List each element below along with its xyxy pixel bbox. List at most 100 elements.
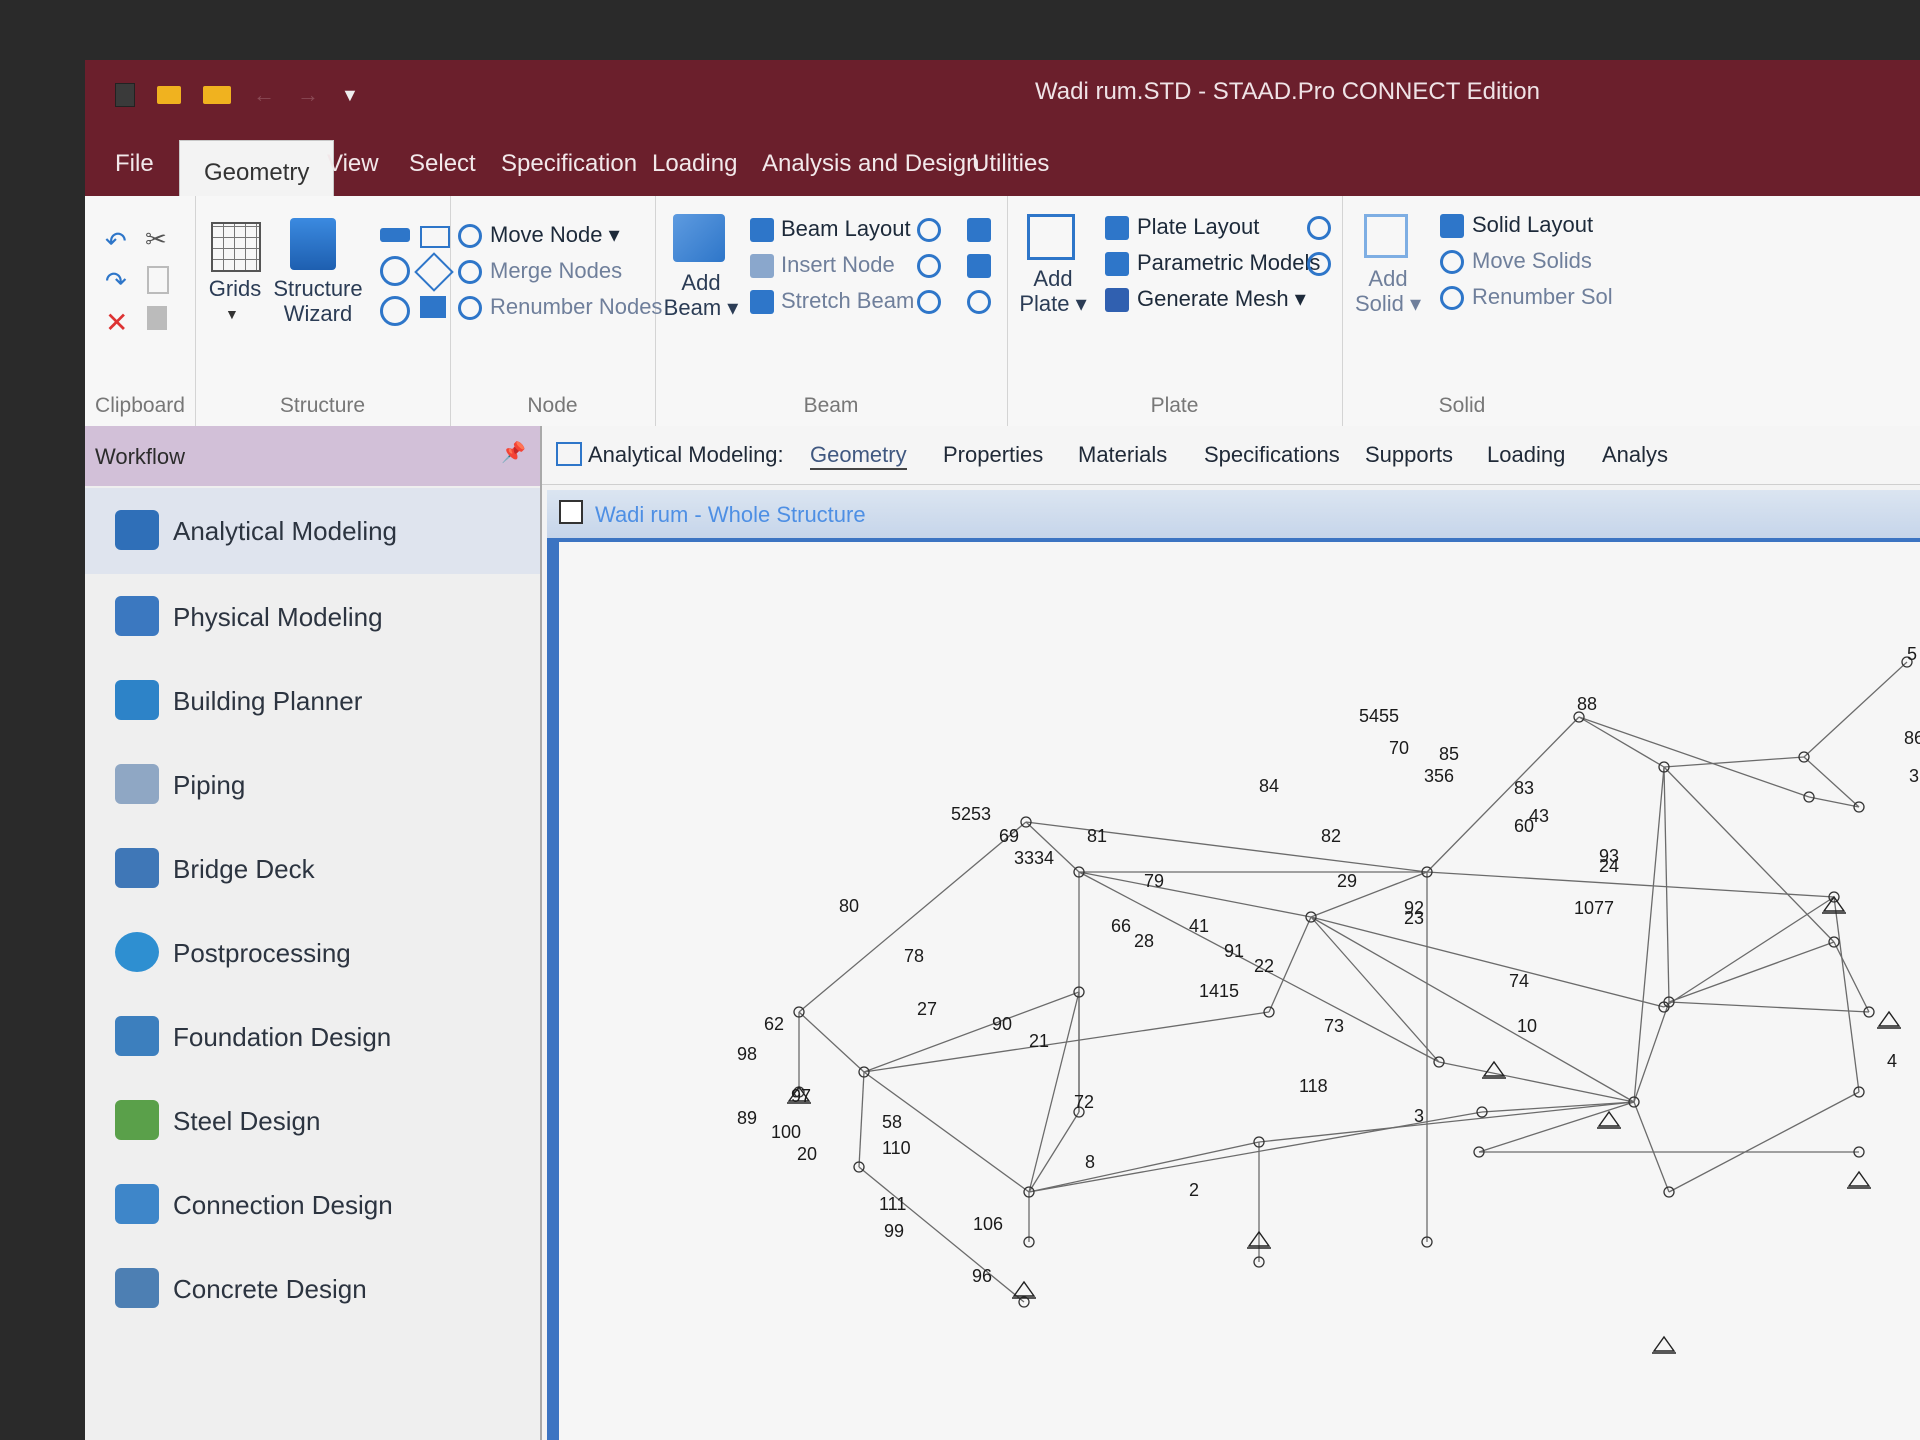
workflow-item-physical-modeling[interactable]: Physical Modeling bbox=[85, 574, 540, 660]
split-beam-icon[interactable] bbox=[917, 254, 941, 278]
structure-wizard-button[interactable]: Structure Wizard bbox=[273, 276, 363, 326]
member-line[interactable] bbox=[1310, 916, 1635, 1103]
workflow-item-bridge-deck[interactable]: Bridge Deck bbox=[85, 826, 540, 912]
insert-icon[interactable] bbox=[420, 296, 446, 318]
member-line[interactable] bbox=[1803, 756, 1860, 808]
plate-tool-2-icon[interactable] bbox=[1307, 252, 1331, 276]
grids-icon[interactable] bbox=[211, 222, 261, 272]
add-plate-button[interactable]: Add Plate ▾ bbox=[1013, 266, 1093, 316]
tab-analysis[interactable]: Analys bbox=[1602, 442, 1668, 468]
parametric-models-button[interactable]: Parametric Models bbox=[1137, 250, 1320, 276]
beam-grid-icon[interactable] bbox=[380, 228, 410, 242]
member-line[interactable] bbox=[1833, 941, 1870, 1013]
workflow-item-foundation-design[interactable]: Foundation Design bbox=[85, 994, 540, 1080]
member-line[interactable] bbox=[858, 1071, 865, 1168]
beam-tool-1-icon[interactable] bbox=[967, 218, 991, 242]
tab-view[interactable]: View bbox=[327, 150, 379, 178]
tab-file[interactable]: File bbox=[115, 150, 154, 178]
paste-icon[interactable] bbox=[147, 306, 167, 330]
save-icon[interactable] bbox=[115, 83, 135, 107]
customize-dropdown-icon[interactable]: ▼ bbox=[341, 85, 359, 106]
beam-tool-3-icon[interactable] bbox=[967, 290, 991, 314]
mirror-icon[interactable] bbox=[414, 252, 454, 292]
add-beam-button[interactable]: Add Beam ▾ bbox=[661, 270, 741, 320]
tab-select[interactable]: Select bbox=[409, 150, 476, 178]
renumber-nodes-button[interactable]: Renumber Nodes bbox=[490, 294, 662, 320]
member-line[interactable] bbox=[1663, 896, 1835, 1008]
undo-icon[interactable]: ↶ bbox=[105, 226, 127, 257]
rotate-icon[interactable] bbox=[380, 296, 410, 326]
workflow-item-steel-design[interactable]: Steel Design bbox=[85, 1078, 540, 1164]
undo-icon[interactable]: ← bbox=[253, 82, 275, 108]
member-line[interactable] bbox=[1633, 1101, 1670, 1193]
member-line[interactable] bbox=[798, 821, 1027, 1013]
connect-beams-icon[interactable] bbox=[917, 218, 941, 242]
beam-tool-2-icon[interactable] bbox=[967, 254, 991, 278]
add-plate-icon[interactable] bbox=[1027, 214, 1075, 260]
member-line[interactable] bbox=[1633, 766, 1665, 1103]
tab-loading[interactable]: Loading bbox=[1487, 442, 1565, 468]
move-node-button[interactable]: Move Node ▾ bbox=[490, 222, 620, 248]
redo-icon[interactable]: ↷ bbox=[105, 266, 127, 297]
member-line[interactable] bbox=[1438, 1061, 1635, 1103]
tab-materials[interactable]: Materials bbox=[1078, 442, 1167, 468]
member-line[interactable] bbox=[1028, 991, 1080, 1193]
insert-node-button[interactable]: Insert Node bbox=[781, 252, 895, 278]
workflow-item-analytical-modeling[interactable]: Analytical Modeling bbox=[85, 488, 540, 574]
workflow-item-connection-design[interactable]: Connection Design bbox=[85, 1162, 540, 1248]
tab-specifications[interactable]: Specifications bbox=[1204, 442, 1340, 468]
generate-mesh-button[interactable]: Generate Mesh ▾ bbox=[1137, 286, 1306, 312]
tab-properties[interactable]: Properties bbox=[943, 442, 1043, 468]
redo-icon[interactable]: → bbox=[297, 82, 319, 108]
move-solids-button[interactable]: Move Solids bbox=[1472, 248, 1592, 274]
copy-icon[interactable] bbox=[147, 266, 169, 294]
member-line[interactable] bbox=[1028, 1111, 1080, 1193]
member-line[interactable] bbox=[1310, 916, 1440, 1063]
tab-loading[interactable]: Loading bbox=[652, 150, 737, 178]
member-line[interactable] bbox=[1833, 896, 1860, 1093]
member-line[interactable] bbox=[1803, 661, 1908, 758]
member-line[interactable] bbox=[1663, 766, 1835, 943]
tab-geometry[interactable]: Geometry bbox=[810, 442, 907, 470]
tab-supports[interactable]: Supports bbox=[1365, 442, 1453, 468]
member-line[interactable] bbox=[1668, 1091, 1860, 1193]
member-line[interactable] bbox=[1028, 1141, 1260, 1193]
member-line[interactable] bbox=[1426, 716, 1580, 873]
grids-button[interactable]: Grids bbox=[205, 276, 265, 301]
tab-analysis-and-design[interactable]: Analysis and Design bbox=[762, 150, 979, 178]
translational-repeat-icon[interactable] bbox=[420, 226, 450, 248]
open-folder-icon[interactable] bbox=[157, 86, 181, 104]
member-line[interactable] bbox=[798, 1011, 865, 1073]
model-canvas[interactable]: 5 5455 88 70 85 86 3 356 84 83 43 82 60 5253 69 81 3334 7… bbox=[559, 542, 1920, 1440]
workflow-item-piping[interactable]: Piping bbox=[85, 742, 540, 828]
plate-tool-1-icon[interactable] bbox=[1307, 216, 1331, 240]
member-line[interactable] bbox=[1258, 1101, 1635, 1143]
member-line[interactable] bbox=[1268, 916, 1312, 1013]
member-line[interactable] bbox=[1663, 756, 1805, 768]
structure-wizard-icon[interactable] bbox=[290, 218, 336, 270]
member-line[interactable] bbox=[1478, 1101, 1635, 1153]
merge-nodes-button[interactable]: Merge Nodes bbox=[490, 258, 622, 284]
stretch-beam-button[interactable]: Stretch Beam bbox=[781, 288, 914, 314]
structure-model[interactable]: 554558870 8586335684 834382 60525369 8133347… bbox=[559, 542, 1920, 1440]
member-line[interactable] bbox=[1310, 916, 1665, 1008]
member-line[interactable] bbox=[1578, 716, 1810, 798]
tab-utilities[interactable]: Utilities bbox=[972, 150, 1049, 178]
member-line[interactable] bbox=[1808, 796, 1860, 808]
pin-icon[interactable]: 📌 bbox=[501, 440, 526, 465]
member-line[interactable] bbox=[1426, 871, 1835, 898]
member-line[interactable] bbox=[863, 1071, 1030, 1193]
workflow-item-concrete-design[interactable]: Concrete Design bbox=[85, 1246, 540, 1332]
cut-icon[interactable]: ✂ bbox=[145, 224, 167, 255]
tab-geometry[interactable]: Geometry bbox=[179, 140, 335, 196]
open-recent-icon[interactable] bbox=[203, 86, 231, 104]
circular-repeat-icon[interactable] bbox=[380, 256, 410, 286]
add-beam-icon[interactable] bbox=[673, 214, 725, 262]
solid-layout-button[interactable]: Solid Layout bbox=[1472, 212, 1593, 238]
workflow-item-postprocessing[interactable]: Postprocessing bbox=[85, 910, 540, 996]
beam-layout-button[interactable]: Beam Layout bbox=[781, 216, 911, 242]
add-solid-icon[interactable] bbox=[1364, 214, 1408, 258]
cut-section-icon[interactable] bbox=[917, 290, 941, 314]
member-line[interactable] bbox=[1668, 1001, 1870, 1013]
grids-dropdown-icon[interactable]: ▼ bbox=[225, 306, 239, 322]
